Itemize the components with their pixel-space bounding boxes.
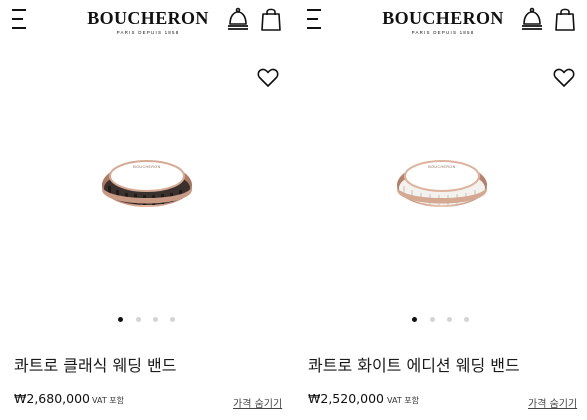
- brand-name: BOUCHERON: [87, 8, 209, 28]
- image-carousel-dots[interactable]: [412, 317, 472, 323]
- product-listing: BOUCHERON PARIS DEPUIS 1858 BOUCHERON 콰트…: [0, 0, 587, 420]
- product-image[interactable]: BOUCHERON: [100, 148, 194, 218]
- heart-icon[interactable]: [257, 67, 279, 89]
- image-carousel-dots[interactable]: [118, 317, 178, 323]
- carousel-dot[interactable]: [464, 317, 469, 322]
- bell-icon[interactable]: [520, 7, 544, 31]
- svg-text:BOUCHERON: BOUCHERON: [133, 165, 160, 169]
- carousel-dot[interactable]: [412, 317, 417, 322]
- shopping-bag-icon[interactable]: [260, 6, 282, 32]
- product-price: ₩2,520,000: [308, 391, 384, 406]
- menu-icon[interactable]: [307, 9, 325, 29]
- product-name[interactable]: 콰트로 화이트 에디션 웨딩 밴드: [308, 352, 520, 376]
- vat-label: VAT 포함: [387, 396, 419, 405]
- product-card-1: BOUCHERON PARIS DEPUIS 1858 BOUCHERON 콰트…: [0, 0, 294, 420]
- carousel-dot[interactable]: [447, 317, 452, 322]
- product-image[interactable]: BOUCHERON: [395, 148, 489, 218]
- carousel-dot[interactable]: [170, 317, 175, 322]
- svg-text:BOUCHERON: BOUCHERON: [428, 165, 455, 169]
- menu-icon[interactable]: [12, 9, 30, 29]
- shopping-bag-icon[interactable]: [554, 6, 576, 32]
- bell-icon[interactable]: [226, 7, 250, 31]
- product-price: ₩2,680,000: [14, 391, 90, 406]
- hide-price-link[interactable]: 가격 숨기기: [233, 395, 282, 410]
- brand-logo[interactable]: BOUCHERON PARIS DEPUIS 1858: [78, 9, 218, 35]
- carousel-dot[interactable]: [430, 317, 435, 322]
- carousel-dot[interactable]: [136, 317, 141, 322]
- heart-icon[interactable]: [553, 67, 575, 89]
- carousel-dot[interactable]: [118, 317, 123, 322]
- carousel-dot[interactable]: [153, 317, 158, 322]
- product-name[interactable]: 콰트로 클래식 웨딩 밴드: [14, 352, 176, 376]
- brand-logo[interactable]: BOUCHERON PARIS DEPUIS 1858: [373, 9, 513, 35]
- brand-tagline: PARIS DEPUIS 1858: [116, 30, 180, 35]
- brand-tagline: PARIS DEPUIS 1858: [411, 30, 475, 35]
- product-card-2: BOUCHERON PARIS DEPUIS 1858 BOUCHERON 콰트…: [294, 0, 587, 420]
- brand-name: BOUCHERON: [382, 8, 504, 28]
- hide-price-link[interactable]: 가격 숨기기: [528, 395, 577, 410]
- vat-label: VAT 포함: [92, 396, 124, 405]
